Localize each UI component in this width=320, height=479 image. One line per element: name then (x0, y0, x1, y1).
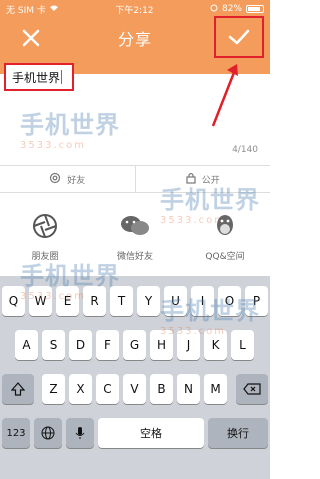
nav-bar: 分享 (0, 16, 270, 58)
watermark-brand: 手机世界 (160, 297, 260, 325)
carrier-group: 无 SIM 卡 (6, 3, 59, 16)
key-x[interactable]: X (69, 374, 92, 404)
compose-input[interactable]: 手机世界 (4, 63, 74, 91)
numbers-key[interactable]: 123 (2, 418, 30, 448)
audience-friends-button[interactable]: 好友 (0, 166, 136, 192)
compose-area[interactable]: 手机世界 手机世界 3533.com (0, 55, 270, 165)
watermark-brand: 手机世界 (20, 262, 120, 290)
char-count: 4/140 (232, 145, 258, 155)
key-d[interactable]: D (69, 330, 92, 360)
audience-friends-label: 好友 (67, 175, 86, 186)
page-title: 分享 (117, 30, 152, 49)
battery-percent: 82% (221, 4, 242, 14)
checkmark-icon (228, 29, 250, 45)
key-b[interactable]: B (150, 374, 173, 404)
battery-icon (246, 5, 264, 13)
compose-text: 手机世界 (12, 70, 61, 85)
key-f[interactable]: F (96, 330, 119, 360)
at-icon (49, 172, 61, 187)
close-button[interactable] (18, 25, 44, 51)
share-qq-label: QQ&空间 (205, 252, 245, 262)
key-m[interactable]: M (204, 374, 227, 404)
microphone-icon (75, 427, 85, 439)
key-c[interactable]: C (96, 374, 119, 404)
key-z[interactable]: Z (42, 374, 65, 404)
key-n[interactable]: N (177, 374, 200, 404)
microphone-key[interactable] (66, 418, 94, 448)
status-time: 下午2:12 (115, 5, 154, 16)
share-wechat-label: 微信好友 (116, 252, 153, 262)
watermark-sub: 3533.com (20, 291, 86, 302)
wechat-icon (118, 209, 152, 243)
key-s[interactable]: S (42, 330, 65, 360)
shift-icon (11, 382, 25, 396)
watermark-sub: 3533.com (20, 140, 86, 151)
confirm-button[interactable] (214, 16, 264, 58)
delete-key[interactable] (236, 374, 268, 404)
space-key[interactable]: 空格 (98, 418, 204, 448)
shift-key[interactable] (2, 374, 34, 404)
watermark: 手机世界 3533.com (160, 291, 260, 337)
key-g[interactable]: G (123, 330, 146, 360)
watermark: 手机世界 3533.com (20, 256, 120, 302)
globe-icon (41, 426, 55, 440)
return-key[interactable]: 换行 (208, 418, 268, 448)
qq-penguin-icon (208, 209, 242, 243)
camera-aperture-icon (28, 209, 62, 243)
watermark-brand: 手机世界 (20, 111, 120, 139)
key-y[interactable]: Y (137, 286, 160, 316)
text-cursor (61, 70, 63, 84)
key-a[interactable]: A (15, 330, 38, 360)
battery-group: 82% (210, 4, 264, 15)
globe-key[interactable] (34, 418, 62, 448)
wifi-icon (49, 4, 59, 15)
lock-rotation-icon (210, 4, 218, 15)
close-icon (22, 29, 40, 47)
keyboard: Q W E R T Y U I O P A S D F G H J K L Z … (0, 262, 270, 479)
watermark: 手机世界 3533.com (20, 105, 120, 151)
backspace-icon (243, 383, 261, 395)
share-qq-button[interactable]: QQ&空间 (180, 205, 270, 275)
carrier-label: 无 SIM 卡 (6, 5, 46, 16)
watermark-sub: 3533.com (160, 326, 226, 337)
key-v[interactable]: V (123, 374, 146, 404)
